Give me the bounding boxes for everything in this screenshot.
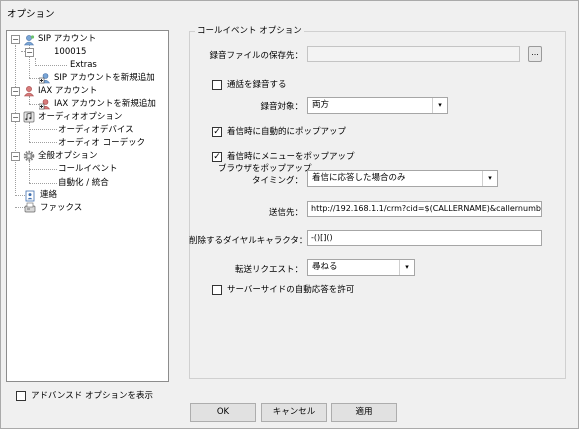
record-calls-checkbox[interactable]	[212, 80, 222, 90]
tree-line	[29, 161, 30, 183]
tree-item-label: SIP アカウント	[38, 34, 97, 44]
send-to-label: 送信先：	[268, 208, 303, 218]
tree-item-label: IAX アカウントを新規追加	[54, 99, 156, 109]
tree-line	[29, 104, 39, 105]
delete-chars-input[interactable]: -()[]()	[307, 230, 542, 246]
record-path-label: 録音ファイルの保存先：	[209, 51, 303, 61]
tree-item-label: 100015	[54, 47, 87, 57]
send-request-label: 転送リクエスト：	[234, 265, 303, 275]
tree-item-label: コールイベント	[58, 164, 118, 174]
tree-item-label: IAX アカウント	[38, 86, 98, 96]
tree-line	[29, 122, 30, 142]
iax-account-icon	[23, 86, 35, 97]
audio-icon	[23, 111, 35, 123]
record-target-value: 両方	[312, 100, 330, 110]
tree-item-add-iax-account[interactable]: IAX アカウントを新規追加	[54, 98, 156, 111]
advanced-options-label: アドバンスド オプションを表示	[31, 391, 153, 401]
browse-button[interactable]: ...	[528, 46, 542, 62]
gear-icon	[23, 150, 35, 162]
browser-timing-select[interactable]: 着信に応答した場合のみ ▾	[307, 170, 498, 187]
advanced-options-checkbox[interactable]	[16, 391, 26, 401]
add-account-icon	[39, 99, 51, 110]
popup-auto-label: 着信時に自動的にポップアップ	[227, 127, 347, 137]
tree-item-call-events[interactable]: コールイベント	[58, 163, 118, 176]
tree-item-100015[interactable]: 100015	[54, 46, 86, 59]
options-tree[interactable]: − SIP アカウント − 100015 Extras SIP アカウントを新規…	[6, 30, 169, 382]
send-to-input[interactable]: http://192.168.1.1/crm?cid=$(CALLERNAME)…	[307, 201, 542, 217]
collapse-toggle[interactable]: −	[11, 87, 20, 96]
chevron-down-icon: ▾	[482, 171, 497, 186]
collapse-toggle[interactable]: −	[11, 35, 20, 44]
ok-button[interactable]: OK	[190, 403, 256, 422]
tree-item-label: オーディオデバイス	[58, 125, 134, 135]
tree-line	[29, 78, 39, 79]
record-target-label: 録音対象：	[260, 102, 303, 112]
tree-item-label: オーディオ コーデック	[58, 138, 146, 148]
send-request-value: 尋ねる	[312, 262, 338, 272]
tree-item-label: オーディオオプション	[38, 112, 123, 122]
popup-auto-checkbox[interactable]: ✓	[212, 127, 222, 137]
collapse-toggle[interactable]: −	[25, 48, 34, 57]
tree-item-label: 全般オプション	[38, 151, 98, 161]
tree-line	[29, 142, 57, 143]
delete-chars-label: 削除するダイヤルキャラクタ：	[189, 236, 308, 246]
collapse-toggle[interactable]: −	[11, 152, 20, 161]
contacts-icon	[25, 190, 35, 202]
record-calls-label: 通話を録音する	[227, 80, 287, 90]
tree-item-add-sip-account[interactable]: SIP アカウントを新規追加	[54, 72, 155, 85]
popup-menu-label: 着信時にメニューをポップアップ	[227, 152, 355, 162]
tree-line	[29, 183, 57, 184]
browser-timing-label-line2: タイミング：	[251, 176, 303, 186]
tree-item-contacts[interactable]: 連絡	[40, 189, 57, 202]
server-auto-answer-label: サーバーサイドの自動応答を許可	[227, 285, 355, 295]
group-title: コールイベント オプション	[195, 24, 304, 36]
server-auto-answer-checkbox[interactable]	[212, 285, 222, 295]
tree-item-iax-account[interactable]: IAX アカウント	[38, 85, 97, 98]
tree-line	[29, 169, 57, 170]
tree-item-label: Extras	[70, 60, 97, 70]
tree-line	[35, 65, 67, 66]
apply-button[interactable]: 適用	[331, 403, 397, 422]
chevron-down-icon: ▾	[432, 98, 447, 113]
tree-item-sip-account[interactable]: SIP アカウント	[38, 33, 96, 46]
chevron-down-icon: ▾	[399, 260, 414, 275]
cancel-button[interactable]: キャンセル	[261, 403, 327, 422]
collapse-toggle[interactable]: −	[11, 113, 20, 122]
tree-item-label: 自動化 / 統合	[58, 178, 109, 188]
tree-item-audio-devices[interactable]: オーディオデバイス	[58, 124, 134, 137]
send-request-select[interactable]: 尋ねる ▾	[307, 259, 415, 276]
popup-menu-checkbox[interactable]: ✓	[212, 152, 222, 162]
window-title: オプション	[7, 9, 55, 20]
tree-item-fax[interactable]: ファックス	[40, 202, 82, 215]
browser-timing-value: 着信に応答した場合のみ	[312, 173, 406, 183]
tree-item-extras[interactable]: Extras	[70, 59, 97, 72]
tree-line	[29, 96, 30, 104]
record-target-select[interactable]: 両方 ▾	[307, 97, 448, 114]
browser-timing-label-line1: ブラウザをポップアップ	[218, 164, 312, 174]
tree-item-general-options[interactable]: 全般オプション	[38, 150, 98, 163]
sip-account-icon	[23, 35, 35, 46]
tree-item-label: SIP アカウントを新規追加	[54, 73, 155, 83]
record-path-input[interactable]	[307, 46, 520, 62]
fax-icon	[24, 202, 36, 213]
tree-item-audio-options[interactable]: オーディオオプション	[38, 111, 122, 124]
add-account-icon	[39, 73, 51, 84]
tree-line	[29, 129, 57, 130]
tree-item-label: ファックス	[40, 203, 83, 213]
tree-item-audio-codecs[interactable]: オーディオ コーデック	[58, 137, 145, 150]
tree-item-label: 連絡	[40, 190, 58, 200]
tree-item-automation[interactable]: 自動化 / 統合	[58, 177, 109, 190]
